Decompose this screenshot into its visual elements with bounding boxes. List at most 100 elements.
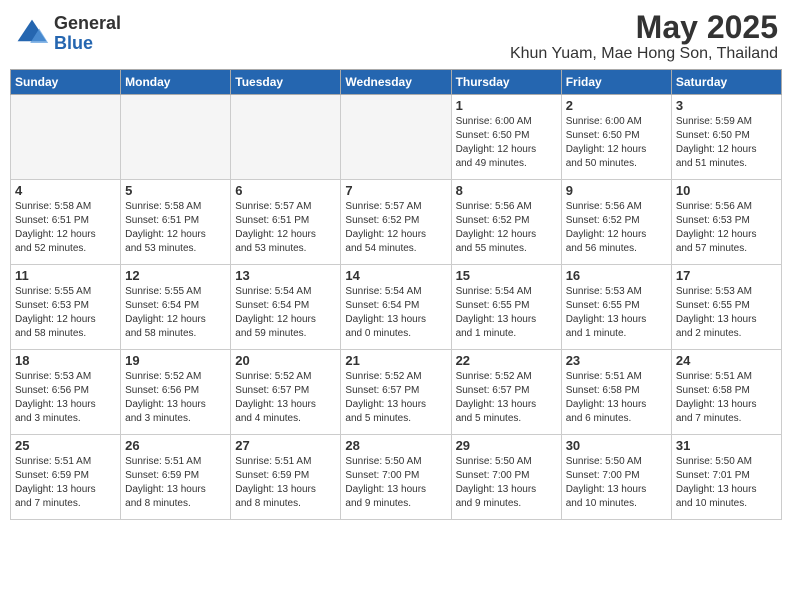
calendar-cell [231,95,341,180]
day-info: Sunrise: 5:52 AM Sunset: 6:56 PM Dayligh… [125,370,226,426]
calendar-cell: 27 Sunrise: 5:51 AM Sunset: 6:59 PM Dayli… [231,435,341,520]
day-info: Sunrise: 5:50 AM Sunset: 7:00 PM Dayligh… [566,455,667,511]
day-info: Sunrise: 5:53 AM Sunset: 6:56 PM Dayligh… [15,370,116,426]
weekday-header-saturday: Saturday [671,70,781,95]
month-title: May 2025 [510,10,778,45]
calendar-cell: 5 Sunrise: 5:58 AM Sunset: 6:51 PM Daylig… [121,180,231,265]
day-info: Sunrise: 5:56 AM Sunset: 6:52 PM Dayligh… [566,200,667,256]
calendar-cell: 9 Sunrise: 5:56 AM Sunset: 6:52 PM Daylig… [561,180,671,265]
calendar-cell: 22Sunrise: 5:52 AM Sunset: 6:57 PM Dayli… [451,350,561,435]
calendar-cell [121,95,231,180]
day-info: Sunrise: 5:55 AM Sunset: 6:54 PM Dayligh… [125,285,226,341]
day-number: 21 [345,353,446,368]
calendar-cell: 29Sunrise: 5:50 AM Sunset: 7:00 PM Dayli… [451,435,561,520]
day-number: 25 [15,438,116,453]
day-info: Sunrise: 5:53 AM Sunset: 6:55 PM Dayligh… [566,285,667,341]
day-info: Sunrise: 5:52 AM Sunset: 6:57 PM Dayligh… [235,370,336,426]
calendar-week-5: 25 Sunrise: 5:51 AM Sunset: 6:59 PM Dayli… [11,435,782,520]
day-number: 28 [345,438,446,453]
calendar-cell: 6 Sunrise: 5:57 AM Sunset: 6:51 PM Daylig… [231,180,341,265]
logo-text: General Blue [54,14,121,54]
calendar-cell: 1Sunrise: 6:00 AM Sunset: 6:50 PM Daylig… [451,95,561,180]
day-number: 27 [235,438,336,453]
day-info: Sunrise: 5:51 AM Sunset: 6:59 PM Dayligh… [125,455,226,511]
day-number: 19 [125,353,226,368]
logo: General Blue [14,14,121,54]
calendar-cell: 19 Sunrise: 5:52 AM Sunset: 6:56 PM Dayli… [121,350,231,435]
day-info: Sunrise: 5:50 AM Sunset: 7:00 PM Dayligh… [456,455,557,511]
day-number: 30 [566,438,667,453]
calendar-cell: 8 Sunrise: 5:56 AM Sunset: 6:52 PM Daylig… [451,180,561,265]
calendar-cell: 21 Sunrise: 5:52 AM Sunset: 6:57 PM Dayli… [341,350,451,435]
day-number: 16 [566,268,667,283]
day-number: 10 [676,183,777,198]
calendar-week-4: 18 Sunrise: 5:53 AM Sunset: 6:56 PM Dayli… [11,350,782,435]
logo-icon [14,16,50,52]
day-number: 12 [125,268,226,283]
calendar-cell: 17 Sunrise: 5:53 AM Sunset: 6:55 PM Dayli… [671,265,781,350]
day-number: 17 [676,268,777,283]
day-info: Sunrise: 5:58 AM Sunset: 6:51 PM Dayligh… [15,200,116,256]
day-info: Sunrise: 5:51 AM Sunset: 6:59 PM Dayligh… [235,455,336,511]
day-info: Sunrise: 5:50 AM Sunset: 7:00 PM Dayligh… [345,455,446,511]
day-info: Sunrise: 5:54 AM Sunset: 6:54 PM Dayligh… [235,285,336,341]
day-number: 11 [15,268,116,283]
day-number: 8 [456,183,557,198]
calendar-week-1: 1 Sunrise: 6:00 AM Sunset: 6:50 PM Daylig… [11,95,782,180]
day-number: 23 [566,353,667,368]
day-number: 4 [15,183,116,198]
day-number: 1 [456,98,557,113]
calendar-cell: 24 Sunrise: 5:51 AM Sunset: 6:58 PM Dayli… [671,350,781,435]
day-info: Sunrise: 5:52 AM Sunset: 6:57 PM Dayligh… [345,370,446,426]
logo-blue-text: Blue [54,34,121,54]
day-number: 5 [125,183,226,198]
weekday-header-tuesday: Tuesday [231,70,341,95]
calendar-cell: 7 Sunrise: 5:57 AM Sunset: 6:52 PM Daylig… [341,180,451,265]
weekday-header-wednesday: Wednesday [341,70,451,95]
calendar-cell [341,95,451,180]
calendar-cell: 3 Sunrise: 5:59 AM Sunset: 6:50 PM Daylig… [671,95,781,180]
weekday-header-row: SundayMondayTuesdayWednesdayThursdayFrid… [11,70,782,95]
day-number: 7 [345,183,446,198]
title-block: May 2025 Khun Yuam, Mae Hong Son, Thaila… [510,10,778,63]
logo-general-text: General [54,14,121,34]
calendar-cell: 18 Sunrise: 5:53 AM Sunset: 6:56 PM Dayli… [11,350,121,435]
day-info: Sunrise: 5:58 AM Sunset: 6:51 PM Dayligh… [125,200,226,256]
calendar-cell: 4 Sunrise: 5:58 AM Sunset: 6:51 PM Daylig… [11,180,121,265]
day-info: Sunrise: 6:00 AM Sunset: 6:50 PM Dayligh… [566,115,667,171]
day-number: 14 [345,268,446,283]
day-info: Sunrise: 5:57 AM Sunset: 6:51 PM Dayligh… [235,200,336,256]
weekday-header-thursday: Thursday [451,70,561,95]
calendar-week-3: 11 Sunrise: 5:55 AM Sunset: 6:53 PM Dayli… [11,265,782,350]
calendar-cell: 16 Sunrise: 5:53 AM Sunset: 6:55 PM Dayli… [561,265,671,350]
calendar-cell: 25 Sunrise: 5:51 AM Sunset: 6:59 PM Dayli… [11,435,121,520]
day-info: Sunrise: 5:59 AM Sunset: 6:50 PM Dayligh… [676,115,777,171]
calendar-cell: 13Sunrise: 5:54 AM Sunset: 6:54 PM Dayli… [231,265,341,350]
calendar-cell: 10 Sunrise: 5:56 AM Sunset: 6:53 PM Dayli… [671,180,781,265]
day-number: 31 [676,438,777,453]
day-number: 18 [15,353,116,368]
location-title: Khun Yuam, Mae Hong Son, Thailand [510,45,778,63]
calendar-cell: 12 Sunrise: 5:55 AM Sunset: 6:54 PM Dayli… [121,265,231,350]
calendar-cell: 26Sunrise: 5:51 AM Sunset: 6:59 PM Dayli… [121,435,231,520]
calendar-cell: 15 Sunrise: 5:54 AM Sunset: 6:55 PM Dayli… [451,265,561,350]
day-info: Sunrise: 5:53 AM Sunset: 6:55 PM Dayligh… [676,285,777,341]
day-info: Sunrise: 5:51 AM Sunset: 6:58 PM Dayligh… [676,370,777,426]
calendar-week-2: 4 Sunrise: 5:58 AM Sunset: 6:51 PM Daylig… [11,180,782,265]
day-info: Sunrise: 5:51 AM Sunset: 6:59 PM Dayligh… [15,455,116,511]
page-header: General Blue May 2025 Khun Yuam, Mae Hon… [10,10,782,63]
day-number: 20 [235,353,336,368]
day-number: 3 [676,98,777,113]
day-number: 6 [235,183,336,198]
day-info: Sunrise: 5:56 AM Sunset: 6:52 PM Dayligh… [456,200,557,256]
calendar-cell: 30 Sunrise: 5:50 AM Sunset: 7:00 PM Dayli… [561,435,671,520]
calendar-table: SundayMondayTuesdayWednesdayThursdayFrid… [10,69,782,520]
day-info: Sunrise: 5:56 AM Sunset: 6:53 PM Dayligh… [676,200,777,256]
day-number: 15 [456,268,557,283]
day-number: 24 [676,353,777,368]
day-info: Sunrise: 5:54 AM Sunset: 6:55 PM Dayligh… [456,285,557,341]
day-number: 9 [566,183,667,198]
day-info: Sunrise: 5:55 AM Sunset: 6:53 PM Dayligh… [15,285,116,341]
weekday-header-sunday: Sunday [11,70,121,95]
day-info: Sunrise: 5:57 AM Sunset: 6:52 PM Dayligh… [345,200,446,256]
